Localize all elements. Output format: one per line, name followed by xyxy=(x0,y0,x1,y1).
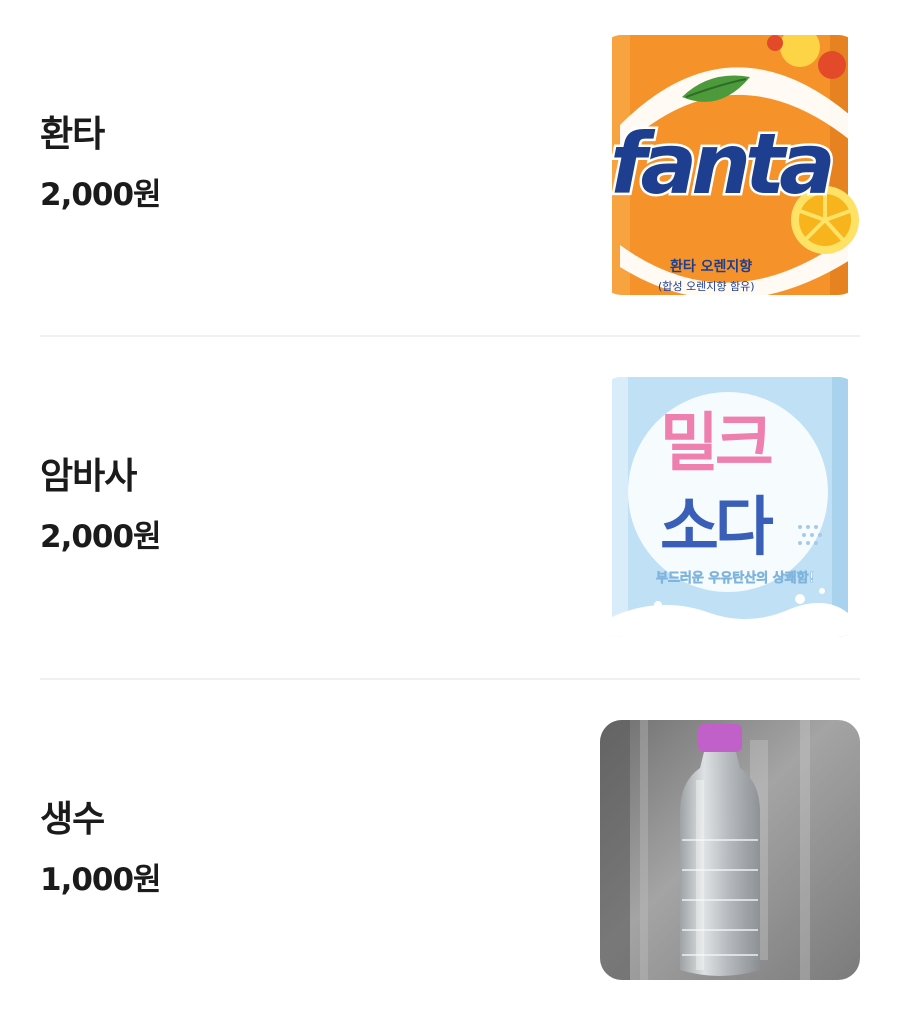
menu-item-fanta[interactable]: 환타 2,000원 fanta 환타 오렌지향 (합성 오렌지향 함유) xyxy=(40,35,860,295)
fanta-can-image[interactable]: fanta 환타 오렌지향 (합성 오렌지향 함유) xyxy=(600,35,860,295)
milk-soda-tagline: 부드러운 우유탄산의 상쾌함! xyxy=(656,570,815,586)
menu-item-text: 암바사 2,000원 xyxy=(40,377,560,637)
menu-item-text: 환타 2,000원 xyxy=(40,35,560,295)
menu-item-ambasa[interactable]: 암바사 2,000원 밀크 소다 부드러운 우유탄산의 상쾌함! xyxy=(40,377,860,637)
menu-list: 환타 2,000원 fanta 환타 오렌지향 (합성 오렌지향 함유) 암바사… xyxy=(0,0,900,1014)
menu-item-text: 생수 1,000원 xyxy=(40,720,560,980)
water-bottle-photo xyxy=(600,720,860,980)
water-bottle-image[interactable] xyxy=(600,720,860,980)
fanta-logo: fanta xyxy=(610,115,831,213)
divider xyxy=(40,335,860,337)
fanta-label-line1: 환타 오렌지향 xyxy=(670,258,752,275)
divider xyxy=(40,678,860,680)
bottle-cap xyxy=(698,724,742,752)
milk-soda-title-bottom: 소다 xyxy=(660,491,774,565)
menu-item-name: 암바사 xyxy=(40,456,137,497)
menu-item-price: 2,000원 xyxy=(40,177,162,213)
milk-soda-can-image[interactable]: 밀크 소다 부드러운 우유탄산의 상쾌함! xyxy=(600,377,860,637)
fanta-label-line2: (합성 오렌지향 함유) xyxy=(658,280,755,293)
milk-soda-title-top: 밀크 xyxy=(660,407,772,481)
menu-item-price: 1,000원 xyxy=(40,862,162,898)
menu-item-water[interactable]: 생수 1,000원 xyxy=(40,720,860,980)
fanta-can-illustration: fanta 환타 오렌지향 (합성 오렌지향 함유) xyxy=(600,35,860,295)
menu-item-price: 2,000원 xyxy=(40,519,162,555)
menu-item-name: 생수 xyxy=(40,799,105,840)
milk-soda-can-illustration: 밀크 소다 부드러운 우유탄산의 상쾌함! xyxy=(600,377,860,637)
menu-item-name: 환타 xyxy=(40,114,105,155)
